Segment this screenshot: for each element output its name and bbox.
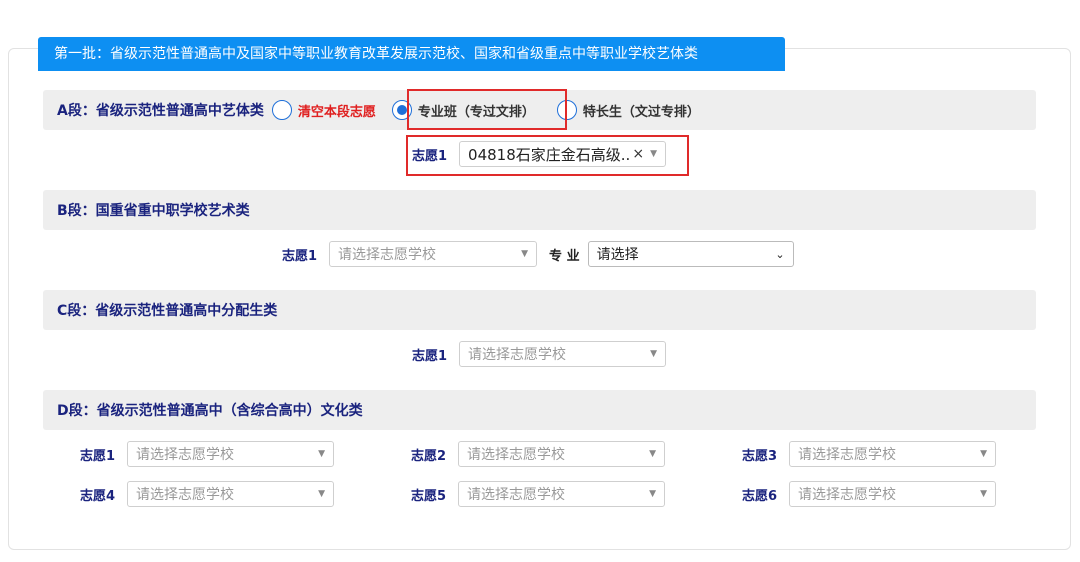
choice-label: 志愿1 (282, 248, 318, 264)
batch-tab: 第一批：省级示范性普通高中及国家中等职业教育改革发展示范校、国家和省级重点中等职… (38, 37, 785, 71)
chevron-down-icon[interactable]: ▼ (650, 349, 657, 359)
professional-class-label: 专业班（专过文排） (417, 104, 535, 120)
segment-d-choice3-select[interactable]: 请选择志愿学校 ▼ (789, 441, 997, 467)
segment-d-choice1: 志愿1 请选择志愿学校 ▼ (80, 441, 335, 467)
segment-d-choice4-select[interactable]: 请选择志愿学校 ▼ (127, 481, 335, 507)
segment-b-choice1: 志愿1 请选择志愿学校 ▼ 专 业 请选择 ⌄ (282, 241, 794, 267)
segment-b-header: B段：国重省重中职学校艺术类 (43, 190, 1036, 230)
chevron-down-icon[interactable]: ▼ (318, 489, 325, 499)
chevron-down-icon[interactable]: ⌄ (775, 248, 784, 261)
segment-c-header: C段：省级示范性普通高中分配生类 (43, 290, 1036, 330)
segment-b-title: B段：国重省重中职学校艺术类 (57, 203, 250, 219)
select-placeholder: 请选择志愿学校 (798, 447, 897, 463)
choice-label: 志愿2 (411, 448, 447, 464)
specialty-student-radio[interactable]: 特长生（文过专排） (556, 100, 700, 120)
selected-value: 04818石家庄金石高级... (468, 145, 631, 164)
segment-d-choice6: 志愿6 请选择志愿学校 ▼ (742, 481, 997, 507)
choice-label: 志愿4 (80, 488, 116, 504)
segment-d-header: D段：省级示范性普通高中（含综合高中）文化类 (43, 390, 1036, 430)
specialty-student-label: 特长生（文过专排） (582, 104, 700, 120)
select-placeholder: 请选择志愿学校 (798, 487, 897, 503)
chevron-down-icon[interactable]: ▼ (521, 249, 528, 259)
segment-d-choice5-select[interactable]: 请选择志愿学校 ▼ (458, 481, 666, 507)
segment-d-title: D段：省级示范性普通高中（含综合高中）文化类 (57, 403, 363, 419)
major-label: 专 业 (549, 248, 580, 264)
radio-checked-icon[interactable] (391, 100, 412, 120)
select-placeholder: 请选择志愿学校 (338, 247, 437, 263)
segment-a-title: A段：省级示范性普通高中艺体类 (57, 103, 264, 119)
choice-label: 志愿5 (411, 488, 447, 504)
select-placeholder: 请选择志愿学校 (467, 447, 566, 463)
segment-d-choice2-select[interactable]: 请选择志愿学校 ▼ (458, 441, 666, 467)
select-placeholder: 请选择志愿学校 (136, 447, 235, 463)
chevron-down-icon[interactable]: ▼ (649, 489, 656, 499)
chevron-down-icon[interactable]: ▼ (980, 449, 987, 459)
segment-c-choice1-select[interactable]: 请选择志愿学校 ▼ (459, 341, 667, 367)
chevron-down-icon[interactable]: ▼ (318, 449, 325, 459)
radio-unchecked-icon[interactable] (556, 100, 577, 120)
segment-b-choice1-select[interactable]: 请选择志愿学校 ▼ (329, 241, 538, 267)
chevron-down-icon[interactable]: ▼ (980, 489, 987, 499)
segment-a-choice1-select[interactable]: 04818石家庄金石高级... × ▼ (459, 141, 667, 167)
segment-d-choice2: 志愿2 请选择志愿学校 ▼ (411, 441, 666, 467)
choice-label: 志愿1 (412, 148, 448, 164)
choice-label: 志愿3 (742, 448, 778, 464)
choice-label: 志愿1 (80, 448, 116, 464)
segment-c-title: C段：省级示范性普通高中分配生类 (57, 303, 278, 319)
close-icon[interactable]: × (632, 146, 644, 162)
select-placeholder: 请选择志愿学校 (467, 487, 566, 503)
segment-d-choice6-select[interactable]: 请选择志愿学校 ▼ (789, 481, 997, 507)
clear-segment-radio[interactable]: 清空本段志愿 (271, 100, 376, 120)
radio-unchecked-icon[interactable] (271, 100, 292, 120)
major-select[interactable]: 请选择 ⌄ (587, 241, 794, 267)
segment-d-choice5: 志愿5 请选择志愿学校 ▼ (411, 481, 666, 507)
segment-d-choice1-select[interactable]: 请选择志愿学校 ▼ (127, 441, 335, 467)
segment-c-choice1: 志愿1 请选择志愿学校 ▼ (412, 341, 667, 367)
select-placeholder: 请选择志愿学校 (136, 487, 235, 503)
select-placeholder: 请选择志愿学校 (468, 347, 567, 363)
major-select-value: 请选择 (596, 247, 639, 263)
segment-d-choice3: 志愿3 请选择志愿学校 ▼ (742, 441, 997, 467)
choice-label: 志愿1 (412, 348, 448, 364)
segment-a-choice1: 志愿1 04818石家庄金石高级... × ▼ (412, 141, 667, 167)
segment-d-choice4: 志愿4 请选择志愿学校 ▼ (80, 481, 335, 507)
chevron-down-icon[interactable]: ▼ (650, 149, 657, 159)
choice-label: 志愿6 (742, 488, 778, 504)
clear-segment-label: 清空本段志愿 (297, 104, 376, 120)
chevron-down-icon[interactable]: ▼ (649, 449, 656, 459)
segment-a-header: A段：省级示范性普通高中艺体类 清空本段志愿 专业班（专过文排） 特长生（文过专… (43, 90, 1036, 130)
professional-class-radio[interactable]: 专业班（专过文排） (391, 100, 535, 120)
